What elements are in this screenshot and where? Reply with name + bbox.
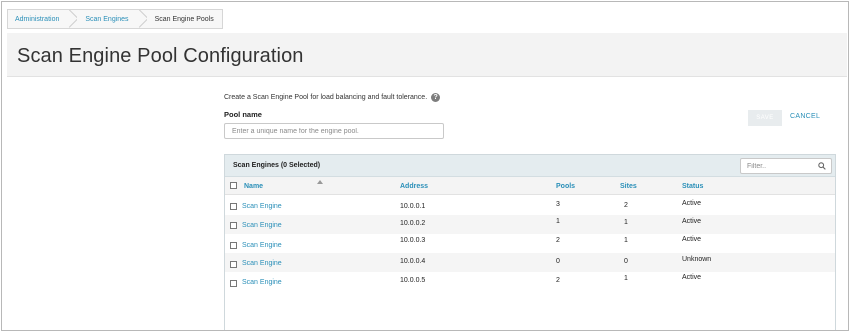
breadcrumb-scan-engines[interactable]: Scan Engines [77,10,138,28]
engine-name-link[interactable]: Scan Engine [242,242,282,249]
scan-engines-panel: Scan Engines (0 Selected) Name Address P… [224,154,836,330]
engine-status: Active [682,218,702,225]
engine-pools: 2 [556,237,560,244]
column-header-name[interactable]: Name [244,183,263,190]
engine-address: 10.0.0.5 [400,277,426,284]
page-title: Scan Engine Pool Configuration [17,45,304,67]
engine-address: 10.0.0.3 [400,237,426,244]
engine-address: 10.0.0.4 [400,258,426,265]
row-checkbox[interactable] [230,280,237,287]
help-icon[interactable]: ? [431,93,441,102]
engine-status: Active [682,200,702,207]
search-icon[interactable] [818,162,826,170]
pool-name-input[interactable] [224,123,444,139]
engine-name-link[interactable]: Scan Engine [242,203,282,210]
engine-name-link[interactable]: Scan Engine [242,222,282,229]
column-header-sites[interactable]: Sites [620,183,637,190]
description-text: Create a Scan Engine Pool for load balan… [224,94,428,101]
table-row[interactable]: Scan Engine 10.0.0.5 2 1 Active [225,272,835,291]
breadcrumb-separator [69,10,77,28]
row-checkbox[interactable] [230,261,237,268]
sort-asc-icon[interactable] [317,180,323,184]
engine-pools: 3 [556,201,560,208]
row-checkbox[interactable] [230,222,237,229]
breadcrumb: Administration Scan Engines Scan Engine … [7,9,223,29]
engine-pools: 1 [556,218,560,225]
engine-name-link[interactable]: Scan Engine [242,279,282,286]
column-header-pools[interactable]: Pools [556,183,575,190]
table-row[interactable]: Scan Engine 10.0.0.2 1 1 Active [225,215,835,234]
save-button[interactable]: SAVE [748,110,782,126]
engine-sites: 1 [624,219,628,226]
cancel-button[interactable]: CANCEL [790,113,820,120]
engine-status: Unknown [682,256,712,263]
breadcrumb-separator [139,10,147,28]
table-row[interactable]: Scan Engine 10.0.0.4 0 0 Unknown [225,253,835,272]
row-checkbox[interactable] [230,203,237,210]
engine-status: Active [682,274,702,281]
page-description: Create a Scan Engine Pool for load balan… [224,93,441,102]
panel-title: Scan Engines (0 Selected) [233,162,321,169]
app-window: Administration Scan Engines Scan Engine … [1,1,849,331]
table-row[interactable]: Scan Engine 10.0.0.3 2 1 Active [225,234,835,253]
pool-name-label: Pool name [224,110,262,119]
engine-name-link[interactable]: Scan Engine [242,260,282,267]
page-header: Scan Engine Pool Configuration [7,33,847,77]
panel-header: Scan Engines (0 Selected) [225,155,835,177]
engine-address: 10.0.0.1 [400,203,426,210]
engine-pools: 0 [556,258,560,265]
engine-sites: 0 [624,258,628,265]
filter-box [740,158,832,174]
engine-address: 10.0.0.2 [400,220,426,227]
engine-pools: 2 [556,277,560,284]
engine-status: Active [682,236,702,243]
select-all-checkbox[interactable] [230,182,237,189]
column-header-address[interactable]: Address [400,183,428,190]
column-header-status[interactable]: Status [682,183,703,190]
row-checkbox[interactable] [230,242,237,249]
engine-sites: 2 [624,202,628,209]
breadcrumb-administration[interactable]: Administration [8,10,69,28]
breadcrumb-scan-engine-pools: Scan Engine Pools [154,15,214,23]
filter-input[interactable] [741,159,817,173]
engine-sites: 1 [624,237,628,244]
table-row[interactable]: Scan Engine 10.0.0.1 3 2 Active [225,196,835,215]
engine-sites: 1 [624,275,628,282]
table-header-row: Name Address Pools Sites Status [225,177,835,195]
